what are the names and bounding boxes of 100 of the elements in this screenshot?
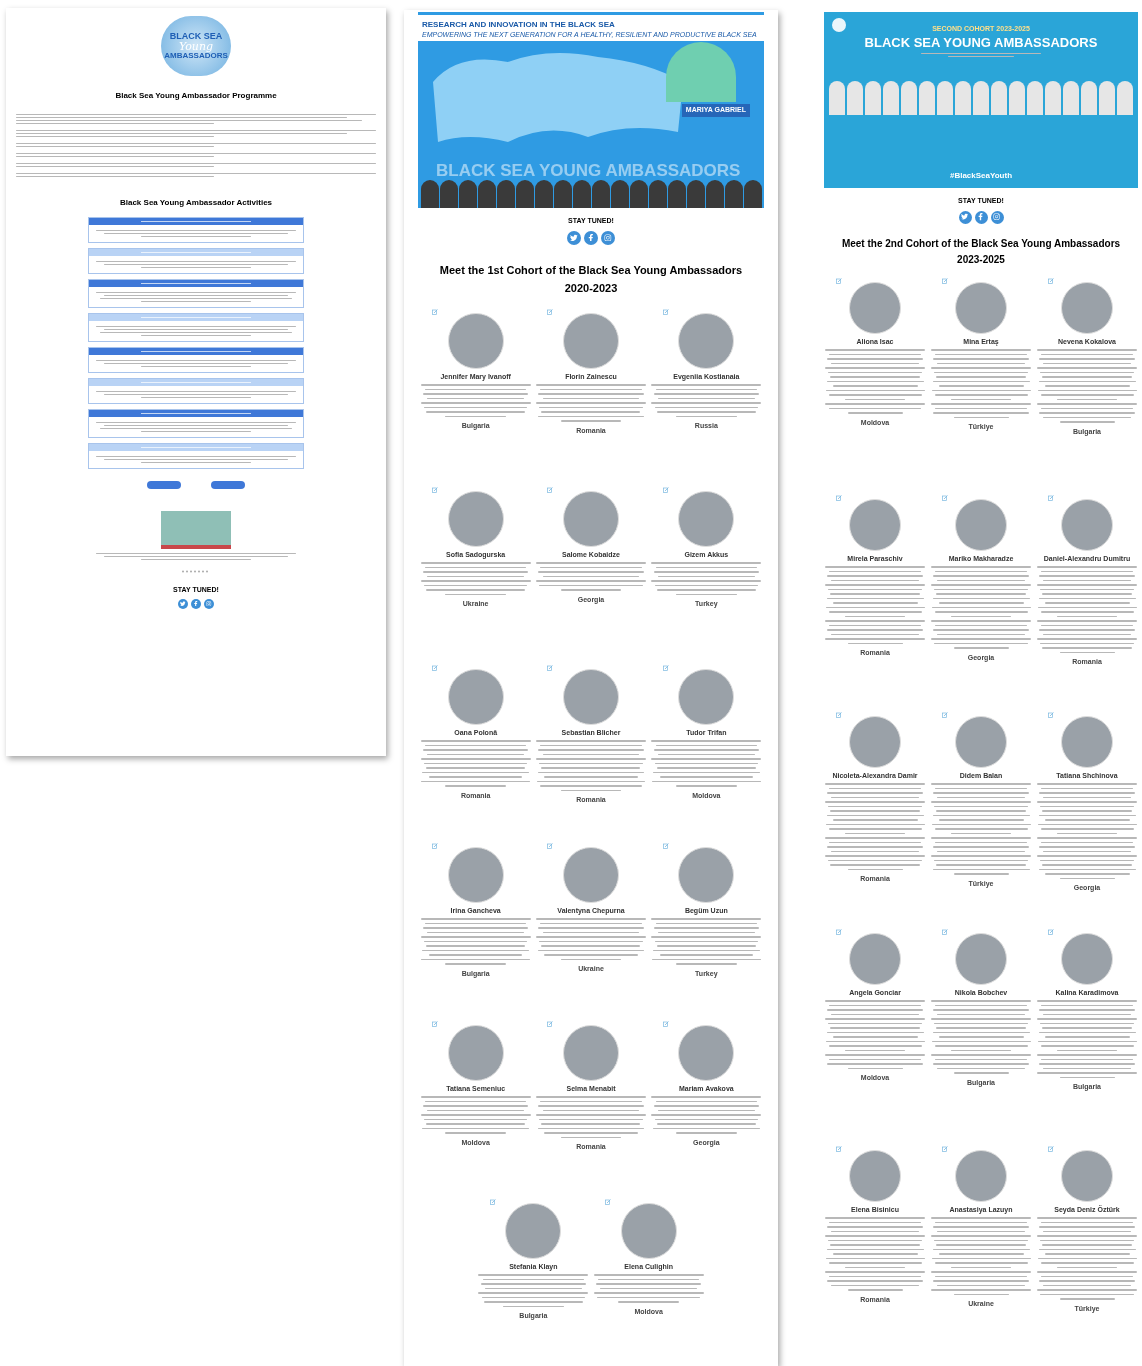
person-silhouette <box>1063 80 1079 115</box>
person-silhouette <box>937 80 953 115</box>
edit-icon[interactable] <box>662 308 669 315</box>
edit-icon[interactable] <box>547 1020 554 1027</box>
person-silhouette <box>667 180 686 208</box>
edit-icon[interactable] <box>836 494 842 501</box>
camera-icon <box>604 233 612 242</box>
edit-icon[interactable] <box>662 842 669 849</box>
edit-icon[interactable] <box>942 494 948 501</box>
person-silhouette <box>705 180 724 208</box>
speaker-portrait <box>666 42 736 102</box>
section-heading: Meet the 2nd Cohort of the Black Sea Young Ambassadors <box>841 236 1121 251</box>
banner-hashtag: #BlackSeaYouth <box>949 170 1013 182</box>
person-silhouette <box>724 180 743 208</box>
carousel-dots-icon[interactable] <box>181 570 211 573</box>
social-button[interactable] <box>958 210 972 224</box>
person-silhouette <box>496 180 515 208</box>
bird-icon <box>961 213 969 221</box>
section-heading: Meet the 1st Cohort of the Black Sea Young Ambassadors <box>439 262 743 278</box>
person-silhouette <box>973 80 989 115</box>
page-title: Black Sea Young Ambassador Programme <box>115 90 277 102</box>
person-silhouette <box>439 180 458 208</box>
edit-icon[interactable] <box>1048 277 1054 284</box>
social-button[interactable] <box>178 598 188 609</box>
person-silhouette <box>515 180 534 208</box>
person-silhouette <box>686 180 705 208</box>
edit-icon[interactable] <box>942 277 948 284</box>
edit-icon[interactable] <box>942 928 948 935</box>
social-button[interactable] <box>204 598 214 609</box>
social-button[interactable] <box>601 230 615 245</box>
person-silhouette <box>1099 80 1115 115</box>
person-silhouette <box>743 180 762 208</box>
person-silhouette <box>477 180 496 208</box>
f-letter-icon <box>193 600 199 607</box>
person-silhouette <box>420 180 439 208</box>
pill-button[interactable] <box>211 481 245 489</box>
section-heading: Black Sea Young Ambassador Activities <box>119 197 273 209</box>
edit-icon[interactable] <box>489 1198 496 1205</box>
edit-icon[interactable] <box>1048 711 1054 718</box>
person-silhouette <box>865 80 881 115</box>
edit-icon[interactable] <box>836 1145 842 1152</box>
person-silhouette <box>1081 80 1097 115</box>
camera-icon <box>993 213 1001 221</box>
logo: BLACK SEA Young AMBASSADORS <box>161 16 231 76</box>
edit-icon[interactable] <box>836 928 842 935</box>
person-silhouette <box>610 180 629 208</box>
person-silhouette <box>883 80 899 115</box>
logo-icon <box>832 18 846 32</box>
social-button[interactable] <box>974 210 988 224</box>
person-silhouette <box>1027 80 1043 115</box>
person-silhouette <box>1045 80 1061 115</box>
edit-icon[interactable] <box>662 1020 669 1027</box>
social-button[interactable] <box>191 598 201 609</box>
banner-overlay-title: BLACK SEA YOUNG AMBASSADORS <box>436 160 741 182</box>
edit-icon[interactable] <box>547 308 554 315</box>
edit-icon[interactable] <box>432 664 438 671</box>
person-silhouette <box>829 80 845 115</box>
person-silhouette <box>1009 80 1025 115</box>
photo-placeholder <box>161 511 231 549</box>
social-button[interactable] <box>990 210 1004 224</box>
bird-icon <box>570 233 578 242</box>
pill-button[interactable] <box>147 481 181 489</box>
person-silhouette <box>572 180 591 208</box>
edit-icon[interactable] <box>1048 494 1054 501</box>
bird-icon <box>180 600 186 607</box>
edit-icon[interactable] <box>836 277 842 284</box>
person-silhouette <box>648 180 667 208</box>
section-period: 2023-2025 <box>957 252 1005 267</box>
banner-title: BLACK SEA YOUNG AMBASSADORS <box>864 34 1098 51</box>
edit-icon[interactable] <box>547 664 554 671</box>
f-letter-icon <box>587 233 595 242</box>
person-silhouette <box>919 80 935 115</box>
edit-icon[interactable] <box>432 842 438 849</box>
edit-icon[interactable] <box>1048 1145 1054 1152</box>
person-silhouette <box>955 80 971 115</box>
f-letter-icon <box>977 213 985 221</box>
edit-icon[interactable] <box>662 486 669 493</box>
edit-icon[interactable] <box>432 1020 438 1027</box>
person-silhouette <box>991 80 1007 115</box>
edit-icon[interactable] <box>432 308 438 315</box>
camera-icon <box>206 600 212 607</box>
social-button[interactable] <box>584 230 598 245</box>
person-silhouette <box>458 180 477 208</box>
person-silhouette <box>901 80 917 115</box>
edit-icon[interactable] <box>547 842 554 849</box>
section-period: 2020-2023 <box>564 280 618 296</box>
person-silhouette <box>553 180 572 208</box>
edit-icon[interactable] <box>605 1198 611 1205</box>
banner-title: RESEARCH AND INNOVATION IN THE BLACK SEA <box>422 19 616 31</box>
edit-icon[interactable] <box>836 711 842 718</box>
edit-icon[interactable] <box>547 486 554 493</box>
edit-icon[interactable] <box>432 486 438 493</box>
person-silhouette <box>534 180 553 208</box>
social-button[interactable] <box>567 230 581 245</box>
person-silhouette <box>591 180 610 208</box>
edit-icon[interactable] <box>942 711 948 718</box>
edit-icon[interactable] <box>942 1145 948 1152</box>
edit-icon[interactable] <box>662 664 669 671</box>
edit-icon[interactable] <box>1048 928 1054 935</box>
person-silhouette <box>1117 80 1133 115</box>
